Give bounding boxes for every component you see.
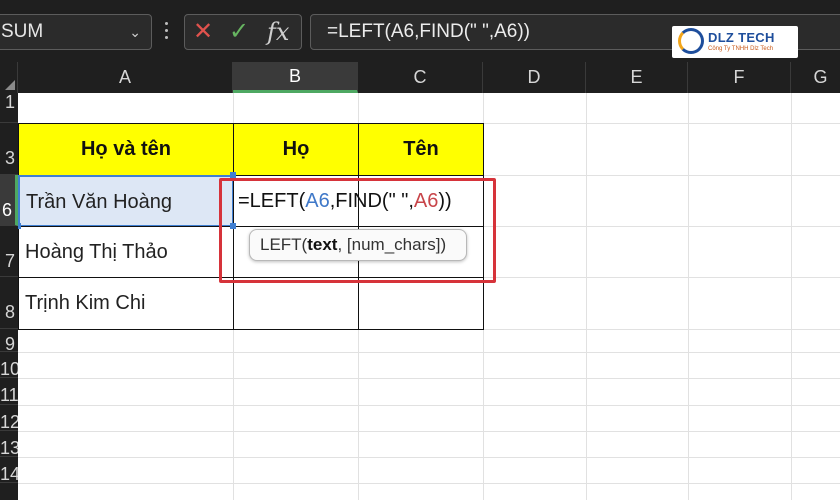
grid-line (586, 93, 587, 500)
cancel-icon[interactable]: ✕ (193, 15, 213, 49)
logo-subtitle: Công Ty TNHH Dlz Tech (708, 46, 774, 52)
worksheet-grid[interactable]: Họ và tên Họ Tên Trần Văn Hoàng =LEFT(A6… (18, 93, 840, 500)
function-icon[interactable]: fx (267, 15, 289, 49)
column-header-c[interactable]: C (358, 62, 483, 93)
select-all-button[interactable] (0, 62, 18, 93)
formula-actions: ✕ ✓ fx (184, 14, 302, 50)
grid-line (18, 352, 840, 353)
cell-c8[interactable] (358, 277, 484, 330)
grid-line (18, 457, 840, 458)
chevron-down-icon[interactable]: ⌄ (129, 15, 141, 49)
row-header-1[interactable]: 1 (0, 93, 18, 123)
grid-line (18, 483, 840, 484)
column-header-g[interactable]: G (791, 62, 840, 93)
header-cell-full-name[interactable]: Họ và tên (18, 123, 234, 176)
grid-line (18, 431, 840, 432)
grid-line (688, 93, 689, 500)
cell-a8[interactable]: Trịnh Kim Chi (18, 277, 234, 330)
row-header-11[interactable]: 14 (0, 457, 18, 483)
grid-line (18, 378, 840, 379)
row-header-6[interactable]: 9 (0, 329, 18, 352)
tooltip-arg-text[interactable]: text (307, 235, 337, 254)
name-box-value: SUM (1, 21, 44, 42)
function-tooltip: LEFT(text, [num_chars]) (249, 229, 467, 261)
grid-line (18, 405, 840, 406)
grid-line (791, 93, 792, 500)
header-cell-first-name[interactable]: Tên (358, 123, 484, 176)
grid-line (483, 226, 840, 227)
grid-line (483, 175, 840, 176)
cell-b8[interactable] (233, 277, 359, 330)
more-options-icon[interactable] (160, 16, 172, 46)
column-header-a[interactable]: A (18, 62, 233, 93)
column-header-d[interactable]: D (483, 62, 586, 93)
header-cell-last-name[interactable]: Họ (233, 123, 359, 176)
cell-a7[interactable]: Hoàng Thị Thảo (18, 226, 234, 278)
row-header-10[interactable]: 13 (0, 431, 18, 457)
row-headers: 1 3 6 7 8 9 10 11 12 13 14 (0, 93, 18, 500)
column-header-f[interactable]: F (688, 62, 791, 93)
column-header-b[interactable]: B (233, 62, 358, 93)
dlz-tech-logo: DLZ TECH Công Ty TNHH Dlz Tech (672, 26, 798, 58)
logo-text: DLZ TECH (708, 30, 775, 45)
name-box[interactable]: SUM ⌄ (0, 14, 152, 50)
enter-icon[interactable]: ✓ (229, 15, 249, 49)
cell-a6[interactable]: Trần Văn Hoàng (18, 175, 234, 227)
row-header-4[interactable]: 7 (0, 226, 18, 277)
tooltip-fn: LEFT( (260, 235, 308, 254)
tooltip-arg-rest: , [num_chars]) (337, 235, 447, 254)
row-header-9[interactable]: 12 (0, 405, 18, 431)
column-headers: A B C D E F G (0, 62, 840, 93)
row-header-8[interactable]: 11 (0, 378, 18, 405)
selection-handle[interactable] (18, 223, 21, 229)
row-header-5[interactable]: 8 (0, 277, 18, 329)
row-header-7[interactable]: 10 (0, 352, 18, 378)
row-header-2[interactable]: 3 (0, 123, 18, 175)
formula-bar: SUM ⌄ ✕ ✓ fx =LEFT(A6,FIND(" ",A6)) DLZ … (0, 0, 840, 62)
row-header-3[interactable]: 6 (0, 175, 18, 226)
grid-line (483, 277, 840, 278)
dlz-logo-icon (678, 28, 704, 54)
column-header-e[interactable]: E (586, 62, 688, 93)
